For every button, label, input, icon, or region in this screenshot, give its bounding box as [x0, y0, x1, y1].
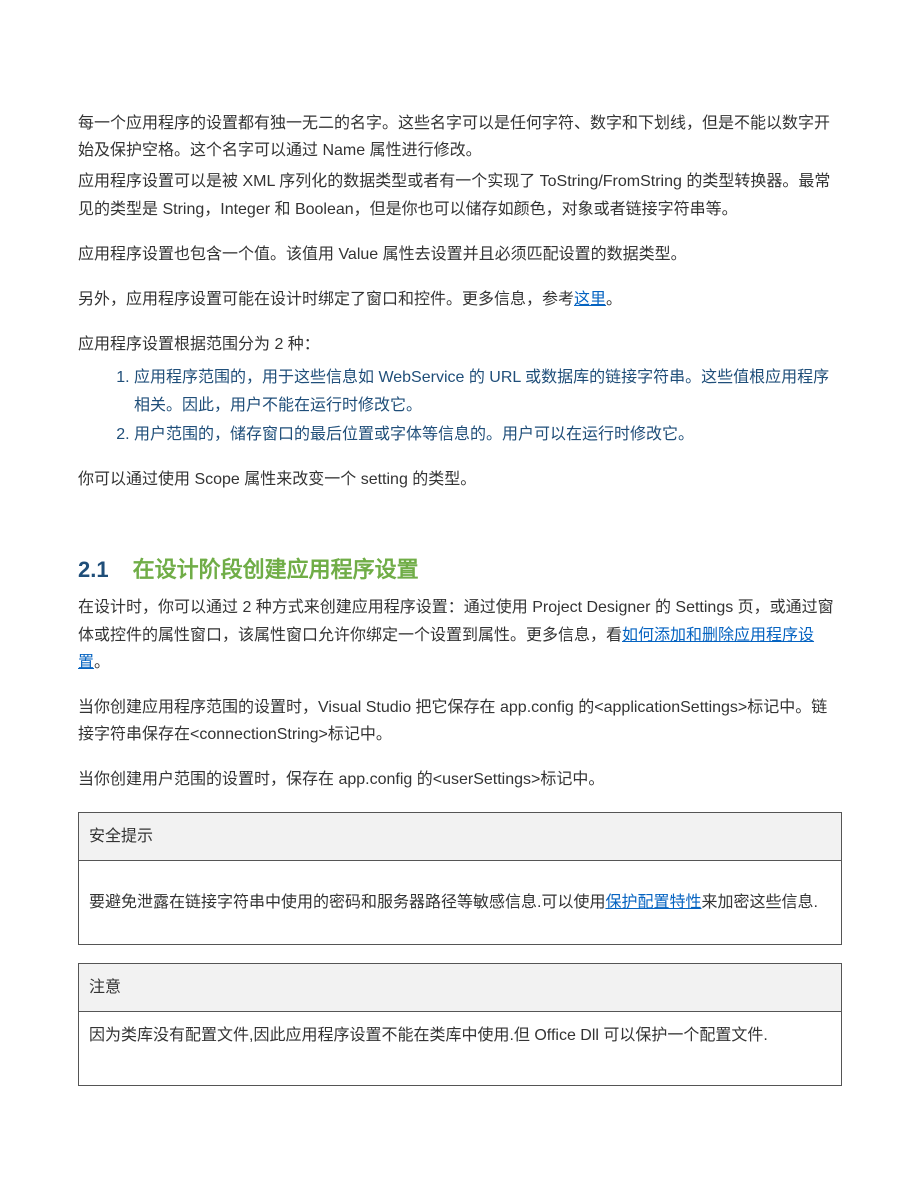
ordered-list: 应用程序范围的，用于这些信息如 WebService 的 URL 或数据库的链接… — [78, 364, 842, 448]
link-protected-config[interactable]: 保护配置特性 — [605, 894, 701, 911]
paragraph: 应用程序设置也包含一个值。该值用 Value 属性去设置并且必须匹配设置的数据类… — [78, 241, 842, 268]
paragraph: 在设计时，你可以通过 2 种方式来创建应用程序设置：通过使用 Project D… — [78, 594, 842, 676]
callout-header: 注意 — [79, 963, 842, 1011]
list-item: 应用程序范围的，用于这些信息如 WebService 的 URL 或数据库的链接… — [134, 364, 842, 418]
document-page: 每一个应用程序的设置都有独一无二的名字。这些名字可以是任何字符、数字和下划线，但… — [0, 0, 920, 1191]
paragraph: 应用程序设置可以是被 XML 序列化的数据类型或者有一个实现了 ToString… — [78, 168, 842, 222]
paragraph: 当你创建用户范围的设置时，保存在 app.config 的<userSettin… — [78, 766, 842, 793]
callout-body: 因为类库没有配置文件,因此应用程序设置不能在类库中使用.但 Office Dll… — [79, 1012, 842, 1086]
text: 要避免泄露在链接字符串中使用的密码和服务器路径等敏感信息.可以使用 — [89, 894, 605, 911]
callout-body: 要避免泄露在链接字符串中使用的密码和服务器路径等敏感信息.可以使用保护配置特性来… — [79, 860, 842, 944]
text: 来加密这些信息. — [701, 894, 817, 911]
paragraph: 每一个应用程序的设置都有独一无二的名字。这些名字可以是任何字符、数字和下划线，但… — [78, 110, 842, 164]
text: 。 — [606, 291, 622, 308]
callout-header: 安全提示 — [79, 812, 842, 860]
section-number: 2.1 — [78, 557, 109, 582]
section-title: 在设计阶段创建应用程序设置 — [133, 557, 419, 582]
paragraph: 你可以通过使用 Scope 属性来改变一个 setting 的类型。 — [78, 466, 842, 493]
callout-security: 安全提示 要避免泄露在链接字符串中使用的密码和服务器路径等敏感信息.可以使用保护… — [78, 812, 842, 945]
link-here[interactable]: 这里 — [574, 291, 606, 308]
paragraph: 当你创建应用程序范围的设置时，Visual Studio 把它保存在 app.c… — [78, 694, 842, 748]
section-heading: 2.1 在设计阶段创建应用程序设置 — [78, 551, 842, 588]
text: 另外，应用程序设置可能在设计时绑定了窗口和控件。更多信息，参考 — [78, 291, 574, 308]
paragraph: 应用程序设置根据范围分为 2 种： — [78, 331, 842, 358]
text: 。 — [94, 654, 110, 671]
paragraph: 另外，应用程序设置可能在设计时绑定了窗口和控件。更多信息，参考这里。 — [78, 286, 842, 313]
callout-note: 注意 因为类库没有配置文件,因此应用程序设置不能在类库中使用.但 Office … — [78, 963, 842, 1086]
list-item-text: 应用程序范围的，用于这些信息如 WebService 的 URL 或数据库的链接… — [134, 369, 829, 413]
list-item: 用户范围的，储存窗口的最后位置或字体等信息的。用户可以在运行时修改它。 — [134, 421, 842, 448]
list-item-text: 用户范围的，储存窗口的最后位置或字体等信息的。用户可以在运行时修改它。 — [134, 426, 694, 443]
